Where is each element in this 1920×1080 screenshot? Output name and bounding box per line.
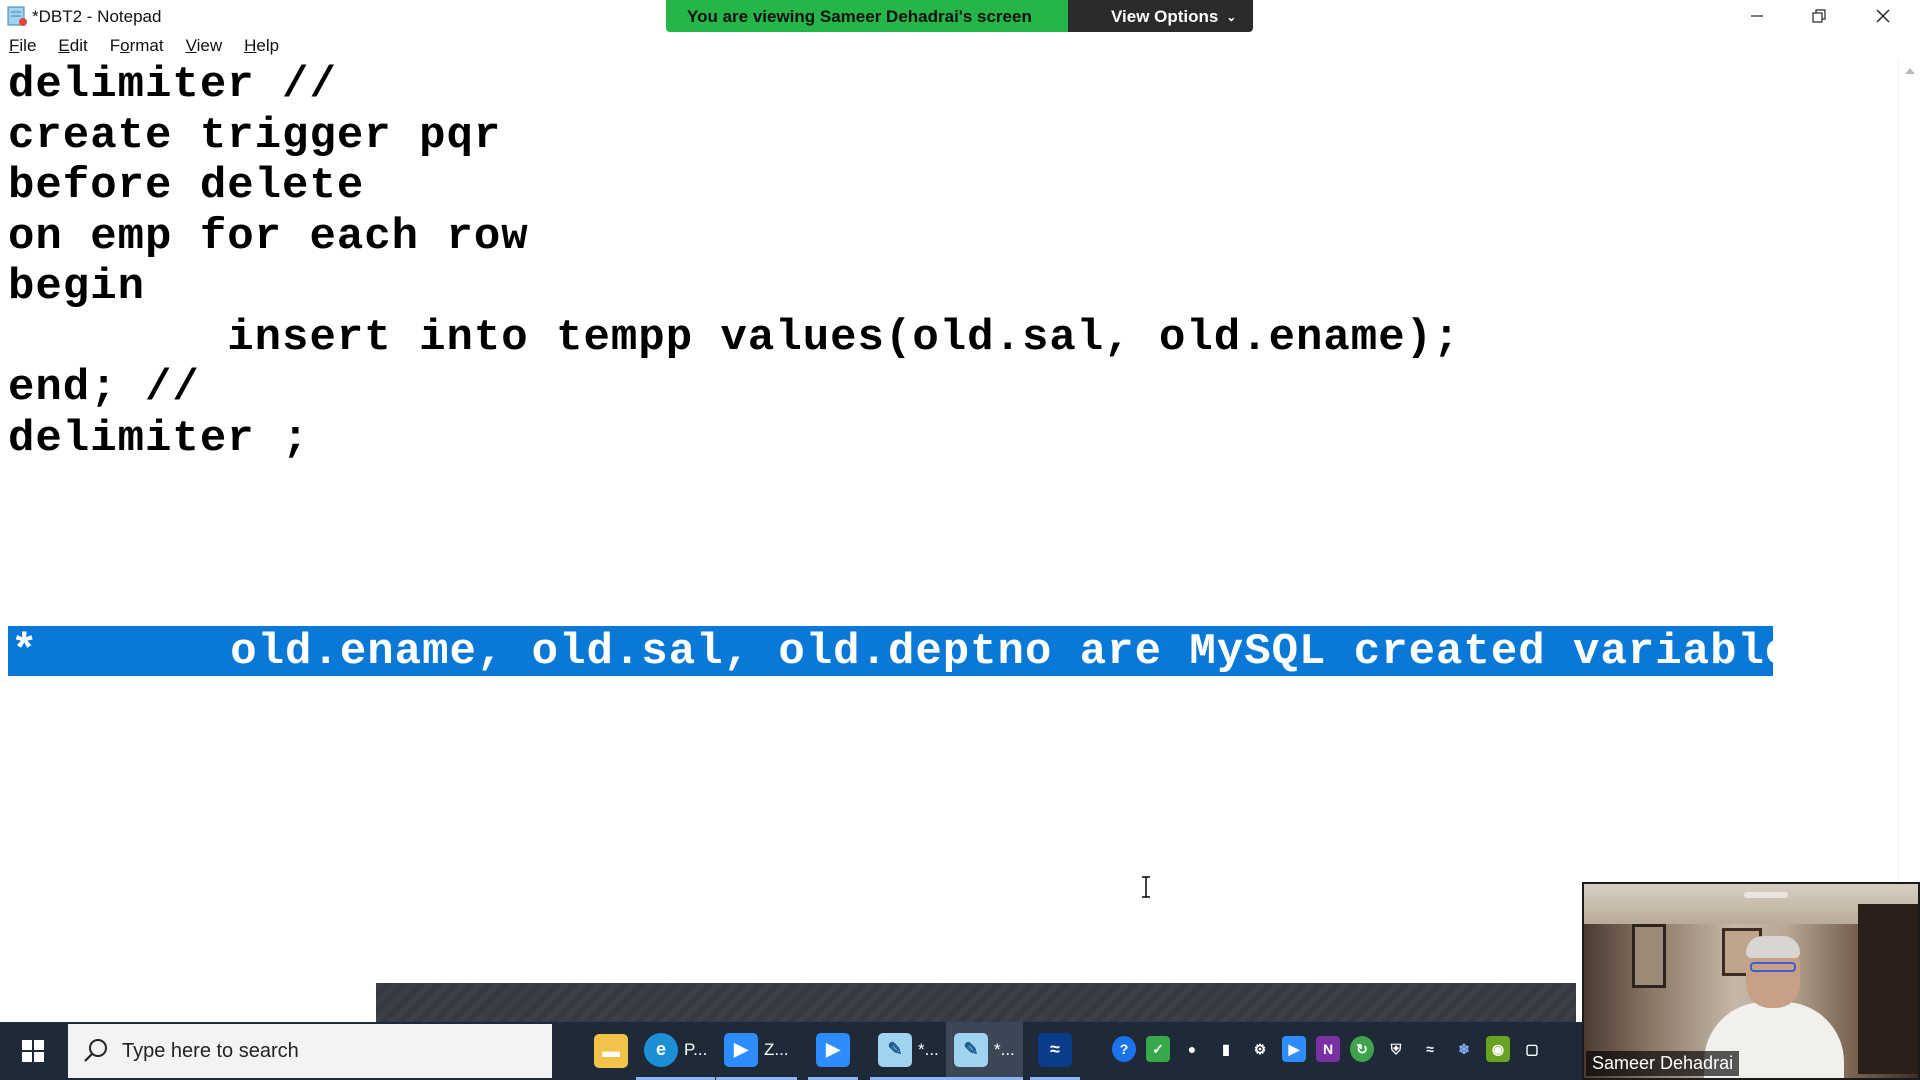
whiteboard-icon: ≈ xyxy=(1038,1032,1072,1067)
file-explorer-icon: ▬ xyxy=(594,1034,628,1068)
app-tray-icon[interactable]: ▢ xyxy=(1520,1036,1544,1062)
notepad-icon: ✎ xyxy=(954,1032,988,1067)
code-line-5: begin xyxy=(8,262,146,312)
view-options-button[interactable]: View Options ⌄ xyxy=(1068,0,1253,32)
code-line-8: delimiter ; xyxy=(8,414,310,464)
taskbar-search-box[interactable]: Type here to search xyxy=(68,1024,552,1078)
taskbar-zoom-label: Z... xyxy=(764,1039,789,1059)
bluetooth-icon[interactable]: ❄ xyxy=(1452,1036,1476,1062)
vertical-scrollbar[interactable] xyxy=(1898,60,1920,984)
menu-bar: File Edit Format View Help xyxy=(0,33,1920,59)
zoom-icon: ▶ xyxy=(724,1032,758,1067)
zoom-tray-icon[interactable]: ▶ xyxy=(1282,1036,1306,1062)
wall-frame xyxy=(1632,924,1666,988)
taskbar-zoom[interactable]: ▶ Z... xyxy=(716,1022,797,1080)
taskbar-notepad-2-label: *... xyxy=(994,1039,1015,1059)
notepad-icon: ✎ xyxy=(878,1032,912,1067)
restore-button[interactable] xyxy=(1788,0,1850,32)
taskbar-notepad-1-label: *... xyxy=(918,1039,939,1059)
text-cursor-icon xyxy=(1142,876,1150,898)
menu-file[interactable]: File xyxy=(9,33,47,59)
check-icon[interactable]: ✓ xyxy=(1146,1036,1170,1062)
help-icon[interactable]: ? xyxy=(1112,1036,1136,1062)
search-icon xyxy=(84,1039,107,1062)
participant-hair xyxy=(1746,936,1800,958)
taskbar-edge[interactable]: e P... xyxy=(636,1022,716,1080)
shelf xyxy=(1858,904,1918,1074)
taskbar-notepad-2[interactable]: ✎ *... xyxy=(946,1022,1023,1080)
close-button[interactable] xyxy=(1852,0,1914,32)
menu-view[interactable]: View xyxy=(186,33,234,59)
menu-help[interactable]: Help xyxy=(244,33,290,59)
start-button[interactable] xyxy=(0,1022,66,1080)
system-tray: ? ✓ ● ▮ ⚙ ▶ N ↻ ⛨ ≈ ❄ ◉ ▢ xyxy=(1112,1036,1544,1062)
viewing-screen-label: You are viewing Sameer Dehadrai's screen xyxy=(666,0,1068,32)
webcam-video-tile[interactable]: Sameer Dehadrai xyxy=(1582,882,1920,1080)
taskbar-file-explorer[interactable]: ▬ xyxy=(586,1022,636,1080)
code-line-4: on emp for each row xyxy=(8,212,529,262)
zoom-meeting-icon: ▶ xyxy=(816,1032,850,1067)
wifi-icon[interactable]: ≈ xyxy=(1418,1036,1442,1062)
view-options-label: View Options xyxy=(1111,7,1219,26)
screen-share-banner: You are viewing Sameer Dehadrai's screen… xyxy=(666,0,1253,32)
code-line-6: insert into tempp values(old.sal, old.en… xyxy=(8,313,1461,363)
edge-icon: e xyxy=(644,1032,678,1067)
text-editor-area[interactable]: delimiter // create trigger pqr before d… xyxy=(0,60,1898,984)
onenote-icon[interactable]: N xyxy=(1316,1036,1340,1062)
participant-name: Sameer Dehadrai xyxy=(1586,1051,1740,1076)
nvidia-icon[interactable]: ◉ xyxy=(1486,1036,1510,1062)
ceiling-fan xyxy=(1744,892,1788,898)
steam-icon[interactable]: ⚙ xyxy=(1248,1036,1272,1062)
minimize-icon xyxy=(1751,15,1763,17)
menu-format[interactable]: Format xyxy=(110,33,175,59)
window-title: *DBT2 - Notepad xyxy=(32,7,162,26)
restore-icon xyxy=(1812,9,1826,23)
taskbar-zoom-meeting[interactable]: ▶ xyxy=(808,1022,858,1080)
code-line-3: before delete xyxy=(8,161,365,211)
menu-edit[interactable]: Edit xyxy=(58,33,98,59)
background-strip xyxy=(376,983,1576,1023)
battery-icon[interactable]: ▮ xyxy=(1214,1036,1238,1062)
code-line-1: delimiter // xyxy=(8,60,337,110)
minimize-button[interactable] xyxy=(1726,0,1788,32)
chevron-down-icon: ⌄ xyxy=(1226,10,1237,24)
notepad-app-icon[interactable] xyxy=(6,5,28,27)
shield-icon[interactable]: ⛨ xyxy=(1384,1036,1408,1062)
taskbar-edge-label: P... xyxy=(684,1039,708,1059)
update-icon[interactable]: ↻ xyxy=(1350,1036,1374,1062)
search-placeholder: Type here to search xyxy=(122,1039,299,1062)
selected-text-highlight: * old.ename, old.sal, old.deptno are MyS… xyxy=(8,626,1819,677)
scroll-up-icon[interactable] xyxy=(1905,68,1915,74)
taskbar-notepad-1[interactable]: ✎ *... xyxy=(870,1022,947,1080)
microphone-icon[interactable]: ● xyxy=(1180,1036,1204,1062)
windows-logo-icon xyxy=(22,1040,44,1062)
taskbar-whiteboard[interactable]: ≈ xyxy=(1030,1022,1080,1080)
code-line-2: create trigger pqr xyxy=(8,111,502,161)
close-icon xyxy=(1876,9,1890,23)
participant-glasses xyxy=(1750,962,1796,972)
code-line-7: end; // xyxy=(8,363,200,413)
selected-line: * old.ename, old.sal, old.deptno are MyS… xyxy=(11,627,1820,677)
